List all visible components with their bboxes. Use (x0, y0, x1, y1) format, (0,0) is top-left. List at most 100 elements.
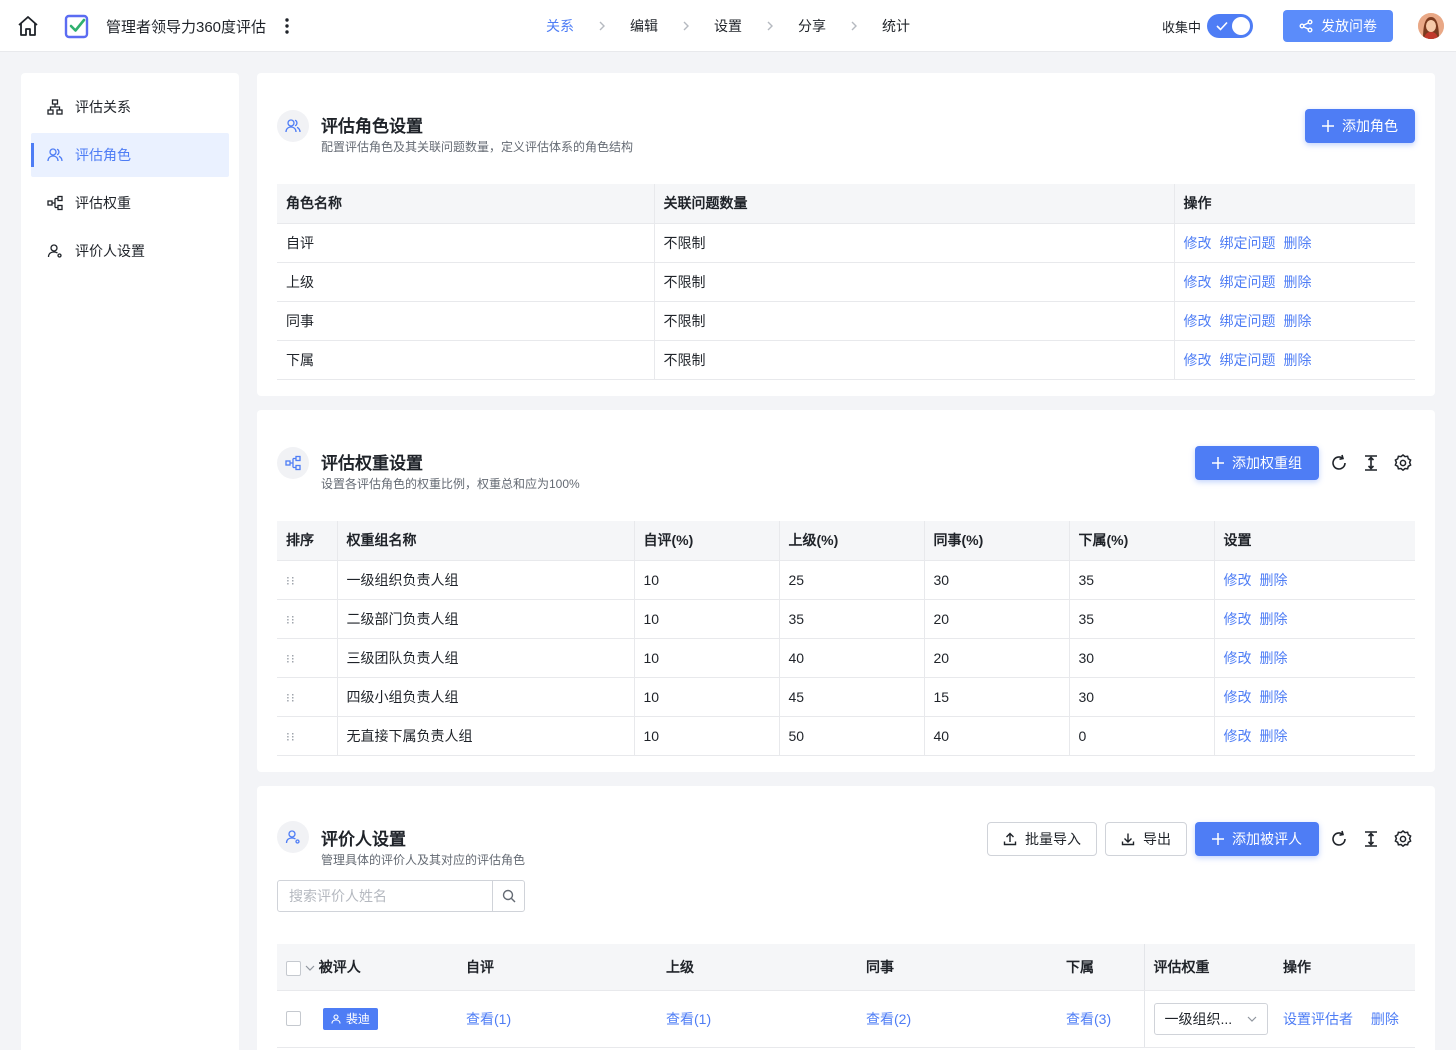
edit-link[interactable]: 修改 (1184, 352, 1212, 368)
edit-link[interactable]: 修改 (1224, 650, 1252, 666)
publish-button[interactable]: 发放问卷 (1283, 10, 1393, 42)
add-role-button[interactable]: 添加角色 (1305, 109, 1415, 143)
column-height-icon[interactable] (1361, 453, 1381, 473)
top-bar: 管理者领导力360度评估 关系 编辑 设置 分享 统计 收集中 发放问卷 (0, 0, 1456, 52)
weight-group-name: 一级组织负责人组 (337, 560, 635, 600)
step-relations[interactable]: 关系 (546, 16, 574, 36)
subordinate-view-link[interactable]: 查看(3) (1057, 990, 1144, 1048)
add-weight-group-label: 添加权重组 (1232, 455, 1302, 471)
sidebar: 评估关系 评估角色 评估权重 评价人设置 (21, 73, 239, 1050)
roles-table: 角色名称 关联问题数量 操作 自评 不限制 修改 绑定问题 删除 上级 不限制 修改 绑定问题删… (277, 184, 1415, 380)
row-checkbox[interactable] (286, 1011, 301, 1026)
sidebar-item-roles[interactable]: 评估角色 (31, 133, 229, 177)
toggle-knob (1232, 17, 1250, 35)
peer-view-link[interactable]: 查看(2) (857, 990, 1057, 1048)
delete-link[interactable]: 删除 (1284, 274, 1312, 290)
weight-group-name: 无直接下属负责人组 (337, 716, 635, 756)
self-view-link[interactable]: 查看(1) (457, 990, 657, 1048)
delete-link[interactable]: 删除 (1284, 235, 1312, 251)
delete-link[interactable]: 删除 (1371, 1011, 1399, 1027)
sidebar-item-evaluators[interactable]: 评价人设置 (31, 229, 229, 273)
column-height-icon[interactable] (1361, 829, 1381, 849)
refresh-icon[interactable] (1329, 829, 1349, 849)
collecting-toggle[interactable] (1207, 14, 1253, 38)
drag-handle-icon[interactable]: ⁝⁝ (286, 613, 296, 627)
edit-link[interactable]: 修改 (1184, 274, 1212, 290)
batch-import-button[interactable]: 批量导入 (987, 822, 1097, 856)
row-actions: 修改 删除 (1214, 677, 1415, 717)
view-link[interactable]: 查看(1) (466, 1011, 511, 1027)
sidebar-item-relations[interactable]: 评估关系 (31, 85, 229, 129)
add-evaluatee-button[interactable]: 添加被评人 (1195, 822, 1319, 856)
evaluatee-tag[interactable]: 裴迪 (322, 1007, 378, 1030)
export-button[interactable]: 导出 (1105, 822, 1187, 856)
column-header: 权重组名称 (337, 521, 635, 561)
superior-view-link[interactable]: 查看(1) (657, 990, 857, 1048)
step-settings[interactable]: 设置 (714, 16, 742, 36)
view-link[interactable]: 查看(3) (1066, 1011, 1111, 1027)
delete-link[interactable]: 删除 (1284, 352, 1312, 368)
evaluators-card: 评价人设置 管理具体的评价人及其对应的评估角色 批量导入 导出 添加被评人 搜索… (257, 786, 1435, 1050)
weight-group-select[interactable]: 一级组织... (1153, 1002, 1268, 1035)
weights-title: 评估权重设置 (321, 454, 423, 473)
peer-weight: 40 (924, 716, 1070, 756)
delete-link[interactable]: 删除 (1284, 313, 1312, 329)
drag-handle-cell: ⁝⁝ (277, 638, 338, 678)
edit-link[interactable]: 修改 (1224, 689, 1252, 705)
evaluatee-cell: 裴迪 (277, 990, 457, 1048)
sidebar-item-label: 评估角色 (75, 147, 131, 163)
more-vertical-icon[interactable] (280, 14, 294, 38)
refresh-icon[interactable] (1329, 453, 1349, 473)
user-avatar[interactable] (1418, 13, 1444, 39)
row-actions: 修改 绑定问题 删除 (1174, 301, 1415, 341)
view-link[interactable]: 查看(2) (866, 1011, 911, 1027)
delete-link[interactable]: 删除 (1260, 728, 1288, 744)
bind-questions-link[interactable]: 绑定问题 (1220, 235, 1276, 251)
edit-link[interactable]: 修改 (1184, 235, 1212, 251)
step-statistics[interactable]: 统计 (882, 16, 910, 36)
search-input[interactable] (278, 881, 492, 911)
edit-link[interactable]: 修改 (1184, 313, 1212, 329)
column-header: 排序 (277, 521, 338, 561)
drag-handle-cell: ⁝⁝ (277, 677, 338, 717)
drag-handle-icon[interactable]: ⁝⁝ (286, 730, 296, 744)
home-icon[interactable] (16, 14, 40, 38)
set-evaluators-link[interactable]: 设置评估者 (1283, 1011, 1353, 1027)
peer-weight: 20 (924, 599, 1070, 639)
edit-link[interactable]: 修改 (1224, 572, 1252, 588)
bind-questions-link[interactable]: 绑定问题 (1220, 352, 1276, 368)
weight-tree-icon (47, 195, 63, 211)
role-name: 自评 (277, 223, 655, 263)
weights-table: 排序 权重组名称 自评(%) 上级(%) 同事(%) 下属(%) 设置 ⁝⁝ 一级… (277, 521, 1415, 756)
select-value: 一级组织... (1164, 1010, 1233, 1027)
drag-handle-icon[interactable]: ⁝⁝ (286, 691, 296, 705)
chevron-right-icon (742, 21, 798, 31)
select-all-checkbox[interactable] (286, 960, 301, 976)
search-icon[interactable] (492, 881, 524, 911)
chevron-down-icon[interactable] (305, 964, 315, 972)
drag-handle-icon[interactable]: ⁝⁝ (286, 574, 296, 588)
delete-link[interactable]: 删除 (1260, 689, 1288, 705)
edit-link[interactable]: 修改 (1224, 728, 1252, 744)
delete-link[interactable]: 删除 (1260, 611, 1288, 627)
bind-questions-link[interactable]: 绑定问题 (1220, 313, 1276, 329)
edit-link[interactable]: 修改 (1224, 611, 1252, 627)
delete-link[interactable]: 删除 (1260, 650, 1288, 666)
sidebar-item-weights[interactable]: 评估权重 (31, 181, 229, 225)
row-actions: 修改 绑定问题 删除 (1174, 223, 1415, 263)
delete-link[interactable]: 删除 (1260, 572, 1288, 588)
view-link[interactable]: 查看(1) (666, 1011, 711, 1027)
bind-questions-link[interactable]: 绑定问题 (1220, 274, 1276, 290)
superior-weight: 35 (779, 599, 925, 639)
settings-gear-icon[interactable] (1393, 829, 1413, 849)
drag-handle-icon[interactable]: ⁝⁝ (286, 652, 296, 666)
settings-gear-icon[interactable] (1393, 453, 1413, 473)
add-weight-group-button[interactable]: 添加权重组 (1195, 446, 1319, 480)
sidebar-item-label: 评价人设置 (75, 243, 145, 259)
sidebar-item-label: 评估权重 (75, 195, 131, 211)
collecting-status-label: 收集中 (1162, 20, 1202, 35)
step-share[interactable]: 分享 (798, 16, 826, 36)
user-icon (331, 1013, 341, 1024)
step-edit[interactable]: 编辑 (630, 16, 658, 36)
chevron-right-icon (574, 21, 630, 31)
